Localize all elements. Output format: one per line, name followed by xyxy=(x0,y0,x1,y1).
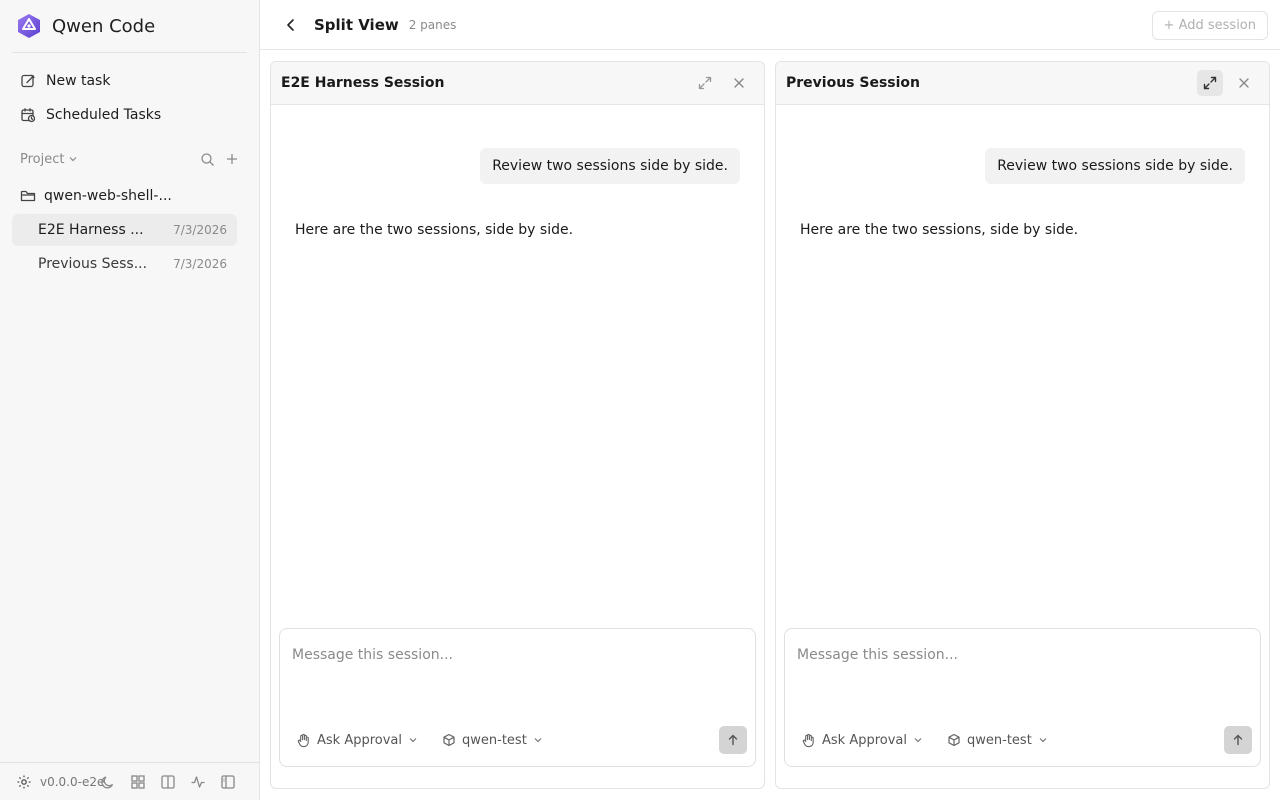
session-item-e2e-harness[interactable]: E2E Harness ... 7/3/2026 xyxy=(12,214,237,246)
gear-icon[interactable] xyxy=(16,774,32,790)
chevron-down-icon xyxy=(914,738,922,743)
message-input[interactable] xyxy=(292,647,743,663)
session-title: E2E Harness ... xyxy=(38,222,144,238)
user-message: Review two sessions side by side. xyxy=(480,148,740,184)
chevron-down-icon xyxy=(409,738,417,743)
sidebar: Qwen Code New task Scheduled Tasks Proje… xyxy=(0,0,260,800)
approval-mode-dropdown[interactable]: Ask Approval xyxy=(296,733,418,748)
version-label: v0.0.0-e2e xyxy=(40,774,105,789)
pane-header: Previous Session xyxy=(776,62,1269,105)
approval-mode-label: Ask Approval xyxy=(317,732,403,748)
new-task-button[interactable]: New task xyxy=(12,66,248,96)
project-actions xyxy=(200,152,239,167)
chevron-down-icon xyxy=(68,154,78,164)
scheduled-tasks-label: Scheduled Tasks xyxy=(46,107,162,123)
grid-icon[interactable] xyxy=(130,774,146,790)
assistant-message: Here are the two sessions, side by side. xyxy=(295,222,574,238)
back-button[interactable] xyxy=(282,16,300,34)
message-composer: Ask Approval qwen-test xyxy=(279,628,756,767)
expand-icon[interactable] xyxy=(692,70,718,96)
folder-icon xyxy=(20,188,36,204)
message-composer: Ask Approval qwen-test xyxy=(784,628,1261,767)
sidebar-toggle-icon[interactable] xyxy=(220,774,236,790)
app-name: Qwen Code xyxy=(52,15,156,37)
pane-header: E2E Harness Session xyxy=(271,62,764,105)
qwen-logo-icon xyxy=(16,13,42,39)
expand-icon[interactable] xyxy=(1197,70,1223,96)
send-button[interactable] xyxy=(1224,726,1252,754)
session-date: 7/3/2026 xyxy=(173,257,227,271)
sidebar-footer: v0.0.0-e2e xyxy=(0,762,259,800)
approval-mode-label: Ask Approval xyxy=(822,732,908,748)
project-folder-name: qwen-web-shell-... xyxy=(44,188,172,204)
message-input[interactable] xyxy=(797,647,1248,663)
cube-icon xyxy=(948,733,960,747)
pane-title: E2E Harness Session xyxy=(281,75,445,91)
add-session-button[interactable]: + Add session xyxy=(1151,11,1268,40)
split-view-header: Split View 2 panes + Add session xyxy=(260,0,1280,50)
assistant-message: Here are the two sessions, side by side. xyxy=(800,222,1079,238)
split-view-icon[interactable] xyxy=(160,774,176,790)
model-label: qwen-test xyxy=(462,732,527,748)
approval-mode-dropdown[interactable]: Ask Approval xyxy=(801,733,923,748)
chevron-down-icon xyxy=(1039,738,1047,743)
project-header: Project xyxy=(20,148,239,170)
brand[interactable]: Qwen Code xyxy=(16,12,155,40)
session-date: 7/3/2026 xyxy=(173,223,227,237)
close-icon[interactable] xyxy=(1231,70,1257,96)
session-item-previous[interactable]: Previous Sess... 7/3/2026 xyxy=(12,248,237,280)
pane-actions xyxy=(692,70,752,96)
model-dropdown[interactable]: qwen-test xyxy=(947,733,1048,748)
moon-icon[interactable] xyxy=(100,774,116,790)
project-folder[interactable]: qwen-web-shell-... xyxy=(12,182,248,210)
model-label: qwen-test xyxy=(967,732,1032,748)
activity-icon[interactable] xyxy=(190,774,206,790)
arrow-up-icon xyxy=(1233,734,1243,746)
divider xyxy=(12,52,247,53)
composer-controls: Ask Approval qwen-test xyxy=(801,726,1252,754)
arrow-up-icon xyxy=(728,734,738,746)
new-task-label: New task xyxy=(46,73,111,89)
search-icon[interactable] xyxy=(200,152,215,167)
user-message: Review two sessions side by side. xyxy=(985,148,1245,184)
model-dropdown[interactable]: qwen-test xyxy=(442,733,543,748)
close-icon[interactable] xyxy=(726,70,752,96)
project-label: Project xyxy=(20,151,65,167)
scheduled-tasks-button[interactable]: Scheduled Tasks xyxy=(12,100,248,130)
calendar-clock-icon xyxy=(20,107,36,123)
edit-icon xyxy=(20,73,36,89)
chevron-left-icon xyxy=(287,18,294,31)
chevron-down-icon xyxy=(534,738,542,743)
hand-icon xyxy=(297,733,309,747)
pane-title: Previous Session xyxy=(786,75,921,91)
session-pane-previous: Previous Session Review two sessions sid… xyxy=(775,61,1270,789)
plus-icon[interactable] xyxy=(225,152,239,166)
pane-count: 2 panes xyxy=(408,17,457,32)
project-dropdown[interactable]: Project xyxy=(20,152,78,167)
session-pane-e2e-harness: E2E Harness Session Review two sessions … xyxy=(270,61,765,789)
cube-icon xyxy=(443,733,455,747)
send-button[interactable] xyxy=(719,726,747,754)
session-title: Previous Sess... xyxy=(38,256,148,272)
pane-actions xyxy=(1197,70,1257,96)
composer-controls: Ask Approval qwen-test xyxy=(296,726,747,754)
hand-icon xyxy=(802,733,814,747)
page-title: Split View xyxy=(314,15,399,34)
